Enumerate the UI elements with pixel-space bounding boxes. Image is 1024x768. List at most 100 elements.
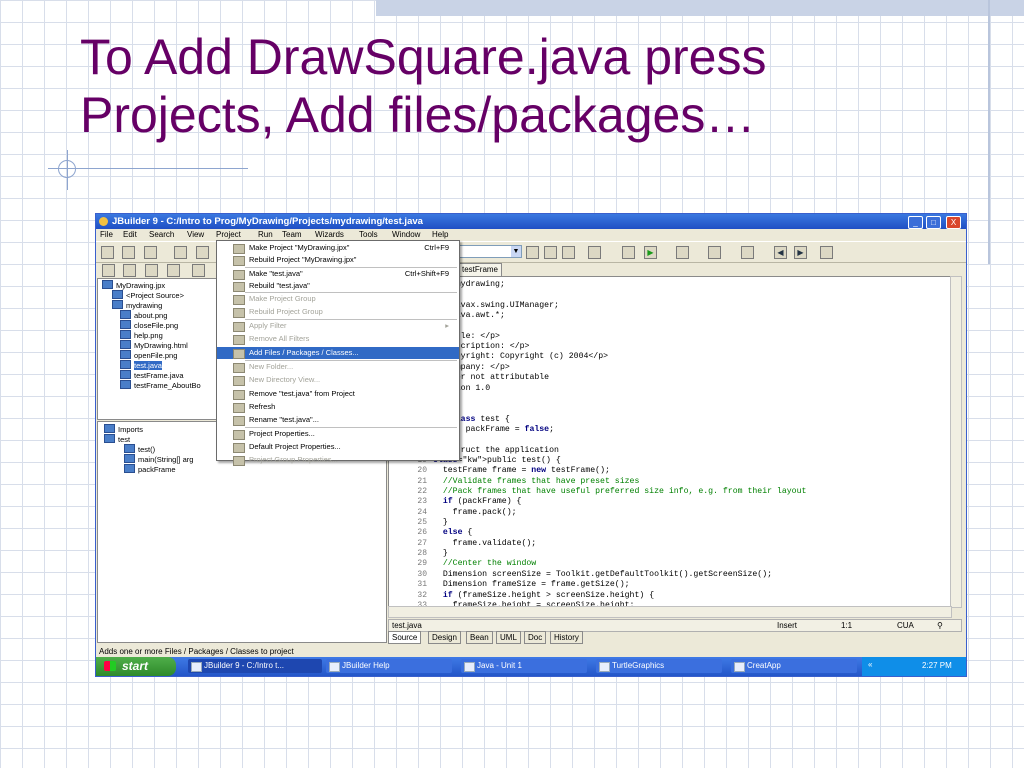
editor-vertical-scrollbar[interactable] — [950, 276, 962, 608]
new-file-icon[interactable] — [101, 246, 114, 259]
close-button[interactable]: X — [946, 216, 961, 229]
menu-item-rebuild-project-group: Rebuild Project Group — [217, 306, 459, 318]
tab-uml[interactable]: UML — [496, 631, 521, 644]
window-titlebar[interactable]: JBuilder 9 - C:/Intro to Prog/MyDrawing/… — [96, 214, 966, 229]
menu-command-icon — [233, 403, 245, 413]
structure-item-test-class[interactable]: test — [104, 434, 130, 444]
line-number: 30 — [417, 569, 427, 579]
run-icon[interactable]: ▶ — [644, 246, 657, 259]
code-line: frame.pack(); — [433, 507, 517, 517]
menu-item-label: Make Project "MyDrawing.jpx" — [249, 243, 350, 252]
menu-view[interactable]: View — [187, 229, 204, 241]
maximize-button[interactable]: □ — [926, 216, 941, 229]
structure-item-main[interactable]: main(String[] arg — [124, 454, 193, 464]
code-line: //Pack frames that have useful preferred… — [433, 487, 807, 496]
tree-item-help-png[interactable]: help.png — [120, 330, 163, 340]
tree-item-closefile-png[interactable]: closeFile.png — [120, 320, 178, 330]
taskbar-item-creatapp[interactable]: CreatApp — [731, 659, 857, 673]
code-line: //Validate frames that have preset sizes — [433, 476, 640, 486]
minimize-button[interactable]: _ — [908, 216, 923, 229]
line-number: 21 — [417, 476, 427, 486]
open-file-icon[interactable] — [122, 246, 135, 259]
menu-item-refresh[interactable]: Refresh — [217, 401, 459, 413]
editor-status-keymap[interactable]: CUA — [897, 620, 914, 631]
tab-bean[interactable]: Bean — [466, 631, 493, 644]
tree-item-mydrawing[interactable]: mydrawing — [112, 300, 162, 310]
chevron-down-icon[interactable]: ▼ — [511, 246, 521, 257]
menu-item-remove-test-java-from-project[interactable]: Remove "test.java" from Project — [217, 388, 459, 400]
tree-item-mydrawing-jpx[interactable]: MyDrawing.jpx — [102, 280, 165, 290]
editor-status-position: 1:1 — [841, 621, 853, 630]
add-to-project-icon[interactable] — [145, 264, 158, 277]
replace-icon[interactable] — [562, 246, 575, 259]
clock[interactable]: 2:27 PM — [922, 661, 952, 670]
start-button[interactable]: start — [96, 657, 176, 676]
editor-horizontal-scrollbar[interactable] — [388, 606, 952, 618]
save-icon[interactable] — [174, 246, 187, 259]
tree-item-openfile-png[interactable]: openFile.png — [120, 350, 177, 360]
menu-item-rebuild-project-mydrawing-jpx[interactable]: Rebuild Project "MyDrawing.jpx" — [217, 254, 459, 266]
close-project-icon[interactable] — [123, 264, 136, 277]
tree-item-testframe-aboutbox[interactable]: testFrame_AboutBo — [120, 380, 201, 390]
optimize-icon[interactable] — [708, 246, 721, 259]
tab-testframe[interactable]: testFrame — [458, 263, 503, 277]
debug-icon[interactable] — [676, 246, 689, 259]
tab-history[interactable]: History — [550, 631, 583, 644]
print-icon[interactable] — [196, 246, 209, 259]
menu-file[interactable]: File — [100, 229, 113, 241]
tab-design[interactable]: Design — [428, 631, 461, 644]
tab-doc[interactable]: Doc — [524, 631, 547, 644]
make-icon[interactable] — [588, 246, 601, 259]
line-number: 31 — [417, 580, 427, 590]
menu-item-make-project-group: Make Project Group — [217, 293, 459, 305]
structure-item-test-constructor[interactable]: test() — [124, 444, 155, 454]
image-file-icon — [120, 350, 131, 359]
browse-icon[interactable] — [622, 246, 635, 259]
taskbar-item-jbuilder[interactable]: JBuilder 9 - C:/Intro t... — [188, 659, 322, 673]
forward-arrow-icon[interactable]: ▶ — [794, 246, 807, 259]
tree-item-mydrawing-html[interactable]: MyDrawing.html — [120, 340, 188, 350]
menu-item-make-test-java[interactable]: Make "test.java" Ctrl+Shift+F9 — [217, 268, 459, 280]
line-number: 32 — [417, 590, 427, 600]
tree-item-test-java[interactable]: test.java — [120, 360, 162, 370]
menu-item-project-properties[interactable]: Project Properties... — [217, 428, 459, 440]
refresh-icon[interactable] — [192, 264, 205, 277]
structure-item-imports[interactable]: Imports — [104, 424, 143, 434]
find-next-icon[interactable] — [544, 246, 557, 259]
tree-item-about-png[interactable]: about.png — [120, 310, 167, 320]
help-topics-icon[interactable] — [820, 246, 833, 259]
taskbar-item-java-unit1[interactable]: Java - Unit 1 — [461, 659, 587, 673]
search-combo[interactable]: ▼ — [458, 245, 522, 258]
taskbar-item-jbuilder-help[interactable]: JBuilder Help — [326, 659, 452, 673]
menu-command-icon — [233, 456, 245, 466]
menu-item-make-project-mydrawing-jpx[interactable]: Make Project "MyDrawing.jpx" Ctrl+F9 — [217, 242, 459, 254]
menu-command-icon — [233, 443, 245, 453]
menu-item-add-files-packages-classes[interactable]: Add Files / Packages / Classes... — [217, 347, 459, 359]
bookmark-icon[interactable] — [741, 246, 754, 259]
code-editor[interactable]: ge mydrawing; t javax.swing.UIManager; t j… — [388, 276, 952, 608]
tree-item-project-source[interactable]: <Project Source> — [112, 290, 184, 300]
jbuilder-window: JBuilder 9 - C:/Intro to Prog/MyDrawing/… — [95, 213, 967, 677]
magnifier-icon[interactable]: ⚲ — [937, 620, 943, 631]
slide-title-line1: To Add DrawSquare.java press — [80, 29, 767, 85]
structure-item-packframe[interactable]: packFrame — [124, 464, 176, 474]
back-arrow-icon[interactable]: ◀ — [774, 246, 787, 259]
folder-icon — [112, 290, 123, 299]
remove-from-project-icon[interactable] — [167, 264, 180, 277]
project-toolbar-icon[interactable] — [102, 264, 115, 277]
imports-folder-icon — [104, 424, 115, 433]
reopen-icon[interactable] — [144, 246, 157, 259]
menu-edit[interactable]: Edit — [123, 229, 137, 241]
taskbar-item-turtlegraphics[interactable]: TurtleGraphics — [596, 659, 722, 673]
menu-item-rename-test-java[interactable]: Rename "test.java"... — [217, 414, 459, 426]
menu-item-rebuild-test-java[interactable]: Rebuild "test.java" — [217, 280, 459, 292]
tray-arrow-icon[interactable]: « — [868, 660, 872, 669]
menu-item-default-project-properties[interactable]: Default Project Properties... — [217, 441, 459, 453]
menu-search[interactable]: Search — [149, 229, 174, 241]
tab-source[interactable]: Source — [388, 631, 422, 644]
content-view-tabs: Source Design Bean UML Doc History — [388, 631, 688, 644]
statusbar: Adds one or more Files / Packages / Clas… — [96, 646, 966, 657]
tree-item-testframe-java[interactable]: testFrame.java — [120, 370, 184, 380]
field-icon — [124, 464, 135, 473]
find-icon[interactable] — [526, 246, 539, 259]
